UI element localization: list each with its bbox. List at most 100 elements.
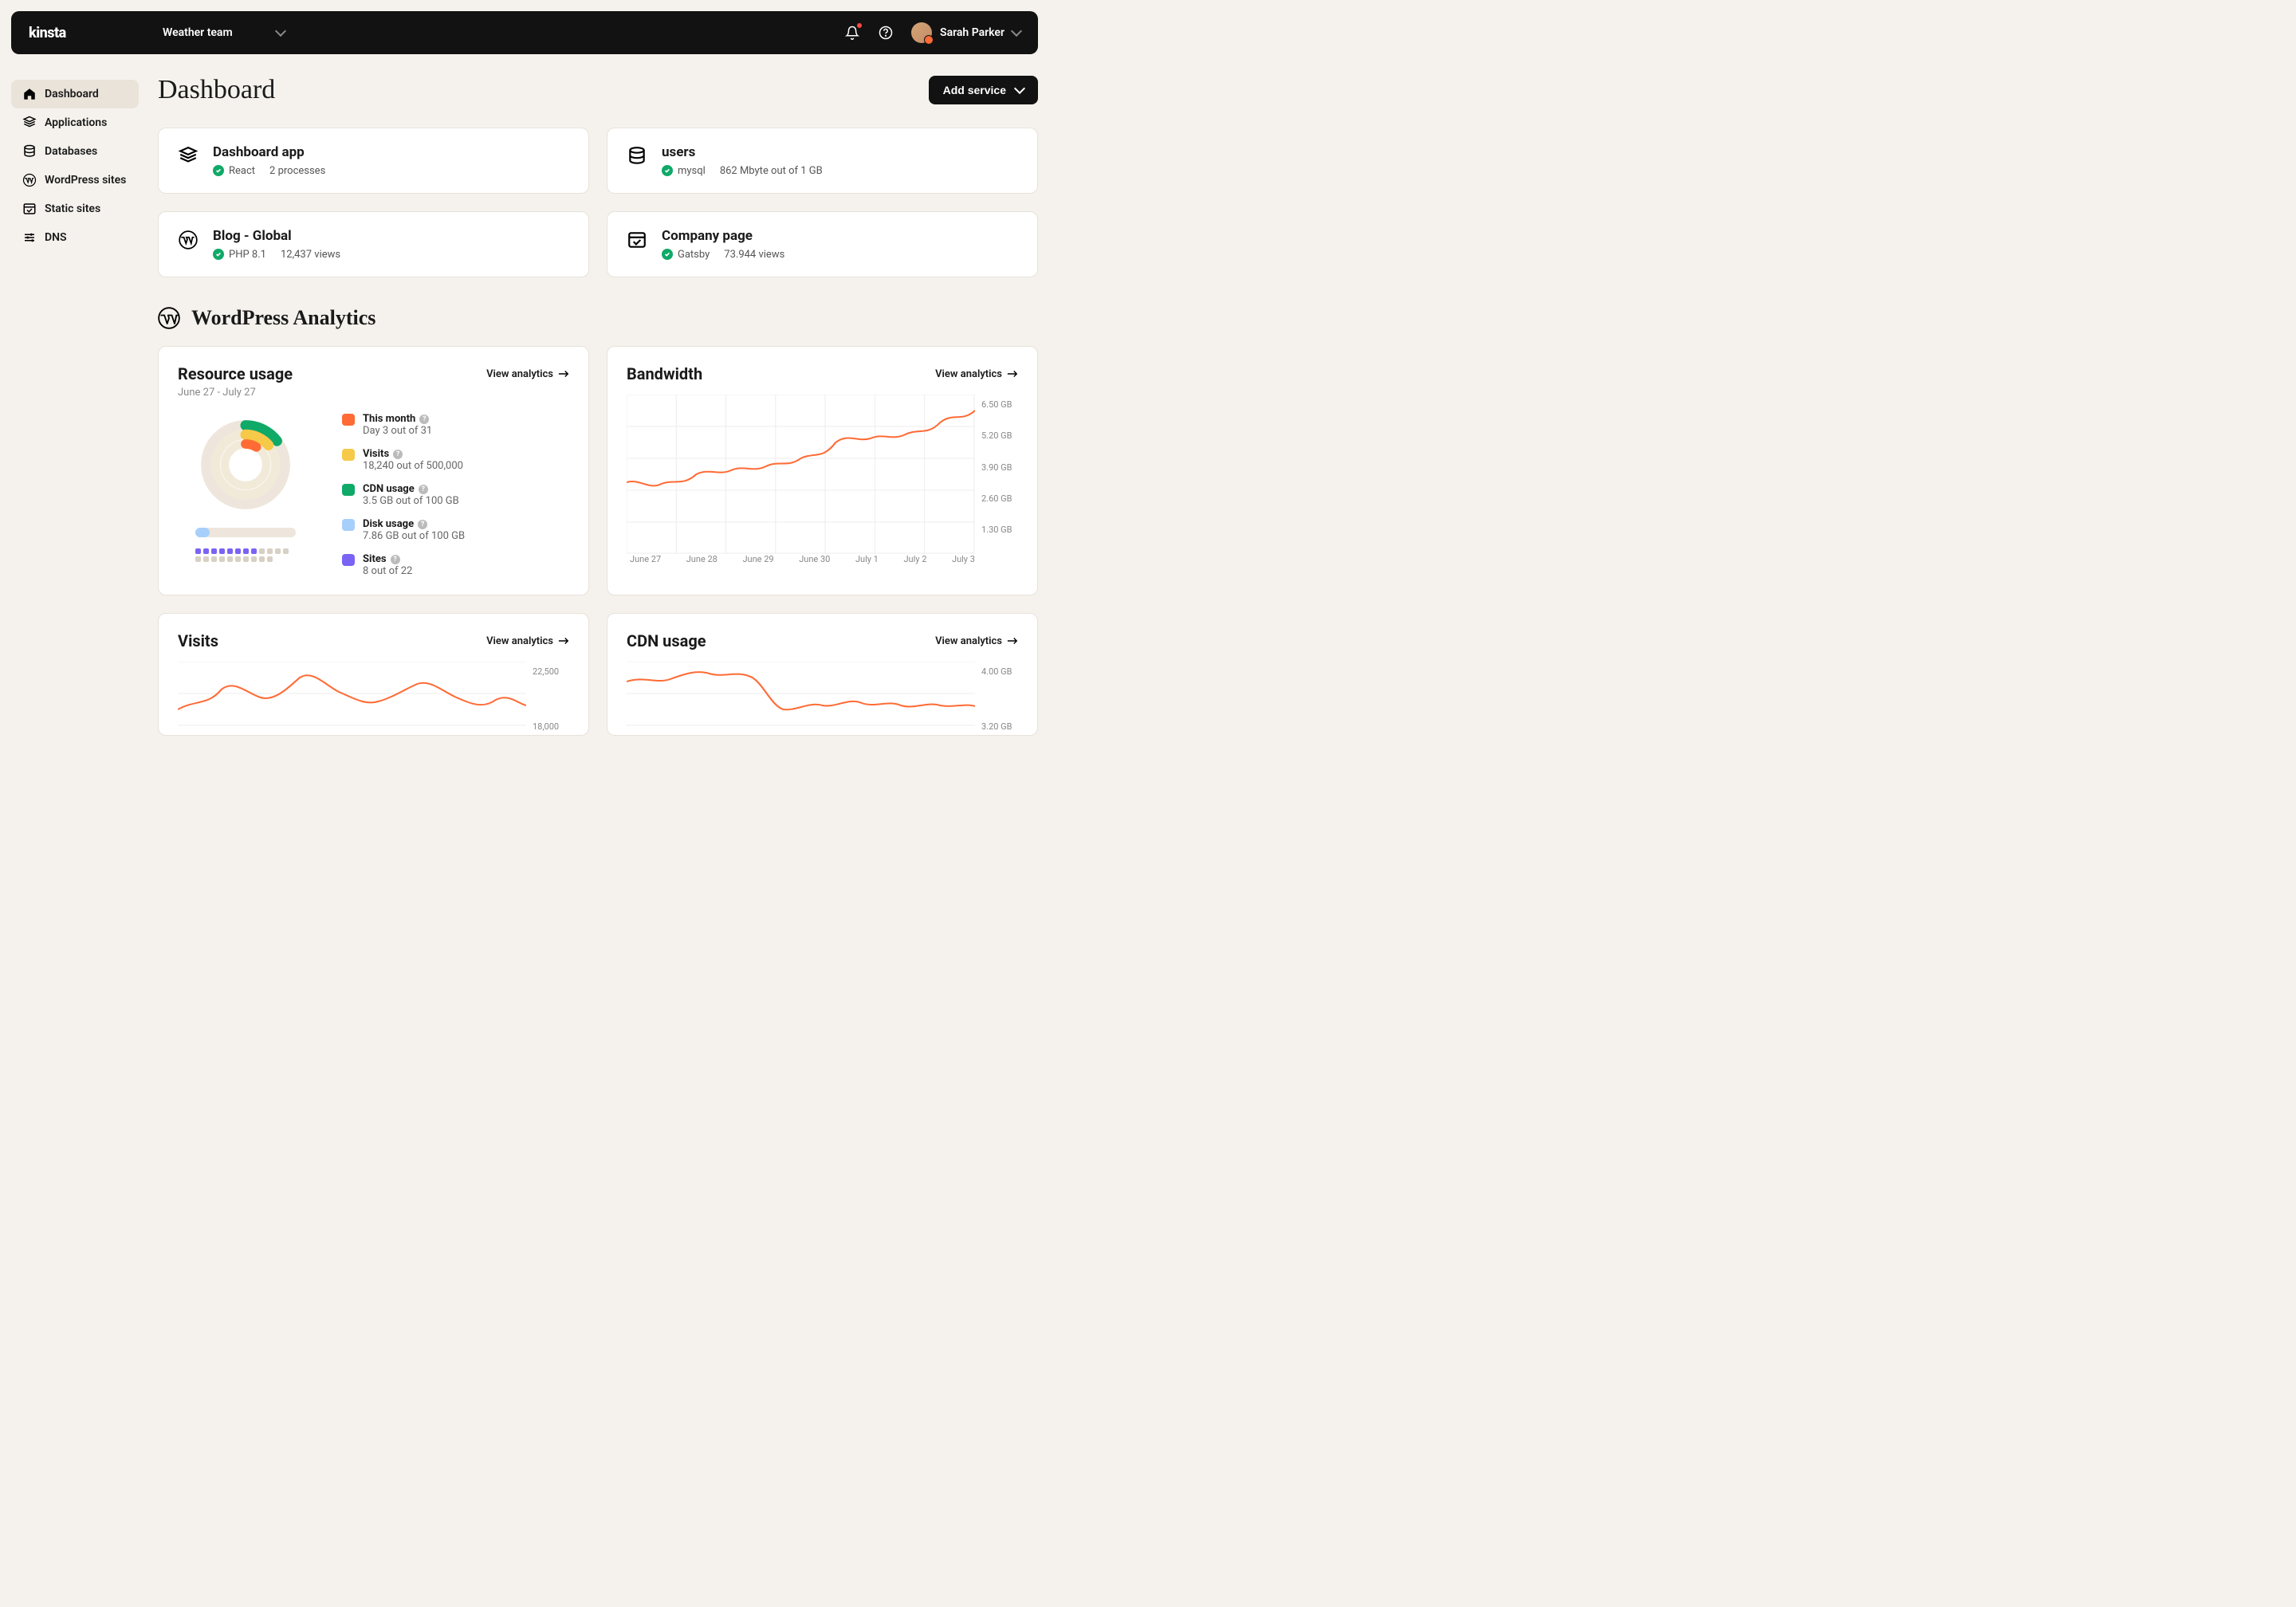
legend-item: This month ?Day 3 out of 31 [342, 413, 569, 437]
bandwidth-x-labels: June 27June 28June 29June 30July 1July 2… [627, 554, 1018, 564]
view-analytics-link[interactable]: View analytics [935, 368, 1018, 380]
analytics-section-title: WordPress Analytics [191, 306, 375, 330]
sidebar-item-label: DNS [45, 231, 67, 244]
sidebar-item-dns[interactable]: DNS [11, 223, 139, 252]
status-ok-icon [213, 165, 224, 176]
view-analytics-link[interactable]: View analytics [935, 635, 1018, 647]
sidebar-item-databases[interactable]: Databases [11, 137, 139, 166]
axis-label: July 3 [952, 554, 975, 564]
wordpress-icon [158, 307, 180, 329]
avatar [911, 22, 932, 43]
legend-item: Sites ?8 out of 22 [342, 553, 569, 577]
help-icon[interactable]: ? [393, 450, 403, 459]
axis-label: 18,000 [533, 721, 569, 732]
visits-chart [178, 662, 526, 735]
service-card[interactable]: users mysql 862 Mbyte out of 1 GB [607, 128, 1038, 194]
wordpress-icon [178, 230, 199, 250]
add-service-button[interactable]: Add service [929, 76, 1038, 104]
resource-legend: This month ?Day 3 out of 31 Visits ?18,24… [342, 413, 569, 577]
service-card[interactable]: Company pageGatsby73.944 views [607, 211, 1038, 277]
wordpress-icon [22, 173, 37, 187]
legend-item: Disk usage ?7.86 GB out of 100 GB [342, 518, 569, 542]
sidebar-item-wordpress[interactable]: WordPress sites [11, 166, 139, 194]
axis-label: 5.20 GB [981, 430, 1018, 441]
axis-label: 22,500 [533, 666, 569, 677]
chevron-down-icon [275, 26, 286, 37]
service-tech: React [213, 165, 255, 177]
disk-usage-bar [195, 528, 296, 537]
sidebar-item-dashboard[interactable]: Dashboard [11, 80, 139, 108]
sidebar-item-applications[interactable]: Applications [11, 108, 139, 137]
service-meta: 2 processes [269, 165, 325, 177]
axis-label: June 28 [686, 554, 718, 564]
sidebar: Dashboard Applications Databases WordPress … [11, 65, 139, 753]
legend-swatch [342, 484, 355, 496]
bell-icon [845, 26, 859, 40]
legend-label: Sites ? [363, 553, 412, 565]
legend-sub: 7.86 GB out of 100 GB [363, 530, 465, 542]
help-icon[interactable]: ? [391, 555, 400, 564]
panel-title: Bandwidth [627, 364, 702, 383]
visits-y-labels: 22,500 18,000 [526, 662, 569, 735]
date-range: June 27 - July 27 [178, 387, 569, 399]
service-tech: PHP 8.1 [213, 249, 266, 261]
sidebar-item-label: Databases [45, 145, 97, 158]
legend-label: CDN usage ? [363, 483, 459, 495]
user-menu[interactable]: Sarah Parker [911, 22, 1020, 43]
legend-sub: 8 out of 22 [363, 565, 412, 577]
database-icon [22, 144, 37, 159]
axis-label: 6.50 GB [981, 399, 1018, 410]
user-name: Sarah Parker [940, 26, 1005, 39]
avatar-badge-icon [924, 35, 934, 45]
chevron-down-icon [1014, 83, 1025, 94]
chevron-down-icon [1011, 26, 1022, 37]
sliders-icon [22, 230, 37, 245]
service-name: users [662, 144, 823, 160]
view-analytics-link[interactable]: View analytics [486, 635, 569, 647]
bandwidth-chart [627, 395, 975, 554]
team-name: Weather team [163, 26, 233, 39]
panel-title: Visits [178, 631, 218, 650]
service-tech: Gatsby [662, 249, 710, 261]
help-icon[interactable]: ? [419, 485, 428, 494]
resource-donut-chart [194, 413, 297, 517]
services-grid: Dashboard app React 2 processes users mysql 8… [158, 128, 1038, 277]
stack-icon [22, 116, 37, 130]
legend-swatch [342, 519, 355, 531]
legend-sub: 18,240 out of 500,000 [363, 460, 463, 472]
browser-icon [22, 202, 37, 216]
database-icon [627, 146, 647, 167]
brand-logo: kinsta [29, 25, 163, 41]
axis-label: 4.00 GB [981, 666, 1018, 677]
help-icon[interactable]: ? [419, 415, 429, 424]
legend-sub: 3.5 GB out of 100 GB [363, 495, 459, 507]
notification-dot [857, 23, 862, 28]
sidebar-item-label: Dashboard [45, 88, 99, 100]
service-tech: mysql [662, 165, 706, 177]
legend-label: This month ? [363, 413, 432, 425]
axis-label: July 2 [903, 554, 926, 564]
bandwidth-y-labels: 6.50 GB5.20 GB3.90 GB2.60 GB1.30 GB [975, 395, 1018, 554]
legend-item: Visits ?18,240 out of 500,000 [342, 448, 569, 472]
legend-label: Disk usage ? [363, 518, 465, 530]
panel-title: Resource usage [178, 364, 293, 383]
team-selector[interactable]: Weather team [163, 26, 285, 39]
help-button[interactable] [878, 25, 894, 41]
bandwidth-panel: Bandwidth View analytics 6.50 GB5. [607, 346, 1038, 595]
service-card[interactable]: Dashboard app React 2 processes [158, 128, 589, 194]
main-content: Dashboard Add service Dashboard app React… [158, 65, 1038, 753]
panel-title: CDN usage [627, 631, 706, 650]
service-meta: 12,437 views [281, 249, 340, 261]
service-name: Dashboard app [213, 144, 325, 160]
help-icon[interactable]: ? [418, 520, 427, 529]
arrow-right-icon [558, 637, 569, 645]
axis-label: June 27 [630, 554, 661, 564]
service-card[interactable]: Blog - GlobalPHP 8.112,437 views [158, 211, 589, 277]
sidebar-item-static[interactable]: Static sites [11, 194, 139, 223]
notifications-button[interactable] [844, 25, 860, 41]
cdn-chart [627, 662, 975, 735]
view-analytics-link[interactable]: View analytics [486, 368, 569, 380]
page-title: Dashboard [158, 75, 275, 105]
service-meta: 862 Mbyte out of 1 GB [720, 165, 823, 177]
axis-label: 2.60 GB [981, 493, 1018, 504]
